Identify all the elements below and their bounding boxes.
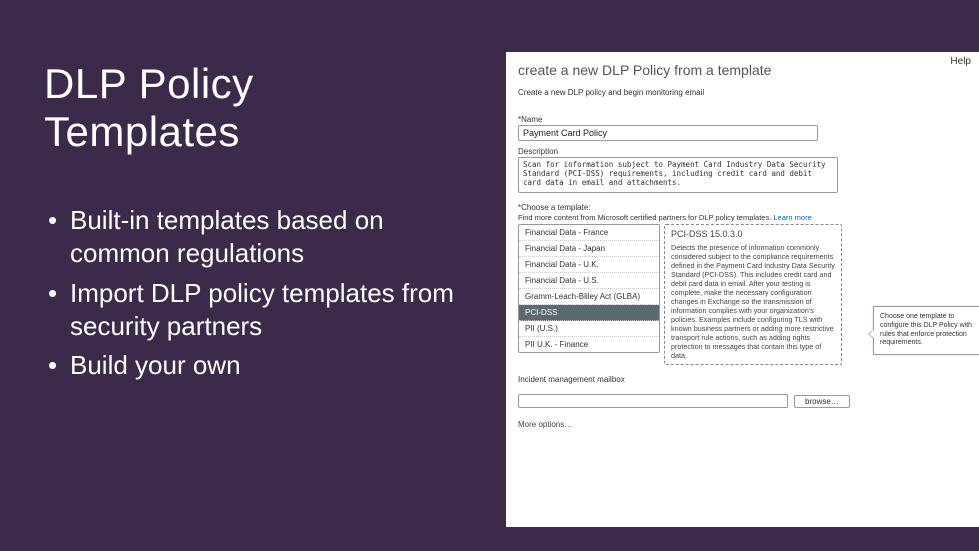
learn-text: Find more content from Microsoft certifi… bbox=[518, 213, 771, 222]
callout-text: Choose one template to configure this DL… bbox=[880, 313, 972, 346]
name-label: Name bbox=[518, 115, 963, 124]
dlp-app-window: Help create a new DLP Policy from a temp… bbox=[506, 52, 979, 527]
browse-button[interactable]: browse… bbox=[794, 395, 850, 408]
template-list[interactable]: Financial Data - France Financial Data -… bbox=[518, 224, 660, 353]
choose-template-label: Choose a template: bbox=[518, 203, 963, 212]
name-input[interactable] bbox=[518, 125, 818, 141]
template-item[interactable]: Financial Data - U.S. bbox=[519, 273, 659, 289]
bullet-item: Import DLP policy templates from securit… bbox=[44, 277, 458, 344]
page-subtitle: Create a new DLP policy and begin monito… bbox=[518, 88, 963, 97]
template-item[interactable]: PII (U.S.) bbox=[519, 321, 659, 337]
mailbox-label: Incident management mailbox bbox=[518, 375, 963, 384]
template-detail-body: Detects the presence of information comm… bbox=[671, 243, 835, 360]
description-input[interactable] bbox=[518, 157, 838, 193]
bullet-item: Built-in templates based on common regul… bbox=[44, 204, 458, 271]
template-detail-panel: PCI-DSS 15.0.3.0 Detects the presence of… bbox=[664, 224, 842, 365]
template-item[interactable]: Financial Data - France bbox=[519, 225, 659, 241]
slide-bullets: Built-in templates based on common regul… bbox=[44, 204, 458, 382]
learn-more-line: Find more content from Microsoft certifi… bbox=[518, 213, 963, 222]
mailbox-input[interactable] bbox=[518, 394, 788, 408]
template-detail-title: PCI-DSS 15.0.3.0 bbox=[671, 229, 835, 240]
bullet-item: Build your own bbox=[44, 349, 458, 382]
page-title: create a new DLP Policy from a template bbox=[518, 62, 963, 78]
template-item[interactable]: Gramm-Leach-Bliley Act (GLBA) bbox=[519, 289, 659, 305]
description-label: Description bbox=[518, 147, 963, 156]
template-item-selected[interactable]: PCI-DSS bbox=[519, 305, 659, 321]
template-item[interactable]: PII U.K. - Finance bbox=[519, 337, 659, 352]
slide-title: DLP Policy Templates bbox=[44, 60, 458, 156]
template-item[interactable]: Financial Data - U.K. bbox=[519, 257, 659, 273]
more-options-link[interactable]: More options… bbox=[518, 420, 963, 429]
help-link[interactable]: Help bbox=[950, 56, 971, 67]
slide-left-panel: DLP Policy Templates Built-in templates … bbox=[0, 0, 488, 551]
callout-tooltip: Choose one template to configure this DL… bbox=[873, 306, 979, 355]
template-item[interactable]: Financial Data - Japan bbox=[519, 241, 659, 257]
learn-more-link[interactable]: Learn more bbox=[773, 213, 811, 222]
slide-right-panel: Help create a new DLP Policy from a temp… bbox=[488, 0, 979, 551]
